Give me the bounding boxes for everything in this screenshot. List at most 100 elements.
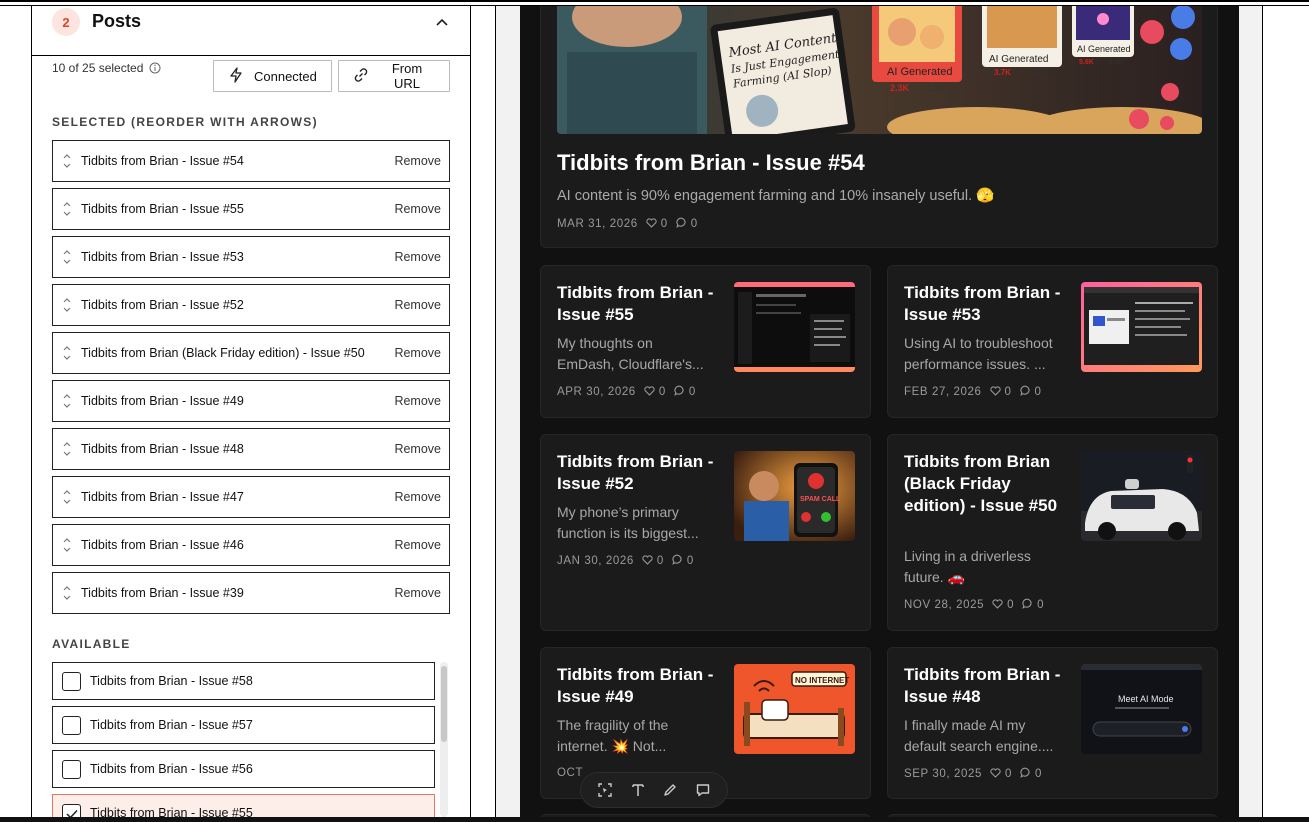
remove-button[interactable]: Remove: [394, 346, 441, 360]
link-icon: [353, 67, 369, 86]
available-item-checked[interactable]: Tidbits from Brian - Issue #55: [52, 794, 435, 817]
reorder-arrows-icon[interactable]: [62, 583, 72, 603]
available-item[interactable]: Tidbits from Brian - Issue #57: [52, 706, 435, 744]
card-title[interactable]: Tidbits from Brian - Issue #48: [904, 664, 1074, 708]
reorder-arrows-icon[interactable]: [62, 535, 72, 555]
comment-icon: [674, 385, 685, 399]
post-date: JAN 30, 2026: [557, 555, 634, 567]
comment-stat[interactable]: 0: [674, 385, 696, 399]
image-stat-1b: 1.1K: [927, 83, 946, 93]
comment-stat[interactable]: 0: [672, 554, 694, 568]
card-title[interactable]: Tidbits from Brian - Issue #49: [557, 664, 727, 708]
reorder-arrows-icon[interactable]: [62, 295, 72, 315]
remove-button[interactable]: Remove: [394, 490, 441, 504]
like-stat[interactable]: 0: [990, 767, 1012, 781]
image-stat-3b: 3.2K: [1109, 59, 1124, 66]
like-count: 0: [1004, 386, 1012, 398]
image-label-1: AI Generated: [887, 66, 952, 78]
connected-button[interactable]: Connected: [213, 60, 332, 92]
featured-post-card[interactable]: Most AI Content Is Just Engagement Farmi…: [540, 6, 1218, 248]
card-title[interactable]: Tidbits from Brian - Issue #52: [557, 451, 727, 495]
available-item[interactable]: Tidbits from Brian - Issue #58: [52, 662, 435, 700]
reorder-arrows-icon[interactable]: [62, 151, 72, 171]
post-card[interactable]: Tidbits from Brian - Issue #53 Using AI …: [887, 265, 1218, 418]
comment-stat[interactable]: 0: [676, 217, 698, 231]
card-title[interactable]: Tidbits from Brian (Black Friday edition…: [904, 451, 1074, 517]
like-stat[interactable]: 0: [989, 385, 1012, 399]
selected-item[interactable]: Tidbits from Brian - Issue #53 Remove: [52, 236, 450, 278]
comment-stat[interactable]: 0: [1020, 767, 1042, 781]
heart-icon: [644, 385, 655, 399]
comment-count: 0: [1037, 599, 1045, 611]
like-stat[interactable]: 0: [992, 598, 1014, 612]
chat-icon[interactable]: [694, 781, 712, 799]
selected-item[interactable]: Tidbits from Brian - Issue #52 Remove: [52, 284, 450, 326]
selected-item[interactable]: Tidbits from Brian - Issue #39 Remove: [52, 572, 450, 614]
reorder-arrows-icon[interactable]: [62, 439, 72, 459]
selected-item[interactable]: Tidbits from Brian - Issue #48 Remove: [52, 428, 450, 470]
card-title[interactable]: Tidbits from Brian - Issue #55: [557, 282, 727, 326]
selected-item[interactable]: Tidbits from Brian - Issue #54 Remove: [52, 140, 450, 182]
checkbox-icon[interactable]: [62, 672, 81, 691]
available-list: Tidbits from Brian - Issue #58 Tidbits f…: [52, 662, 436, 817]
card-meta: JAN 30, 2026 0 0: [557, 554, 694, 568]
remove-button[interactable]: Remove: [394, 298, 441, 312]
checkbox-icon[interactable]: [62, 716, 81, 735]
card-desc-line: future. 🚗: [904, 569, 966, 585]
selected-count: 10 of 25 selected: [52, 61, 161, 75]
post-card[interactable]: Tidbits from Brian - Issue #55 My though…: [540, 265, 871, 418]
selected-item-title: Tidbits from Brian - Issue #53: [81, 250, 244, 264]
checkbox-icon[interactable]: [62, 760, 81, 779]
scrollbar-thumb[interactable]: [441, 666, 447, 742]
remove-button[interactable]: Remove: [394, 586, 441, 600]
card-thumbnail: SPAM CALL: [734, 451, 855, 541]
heart-icon: [642, 554, 653, 568]
selected-item[interactable]: Tidbits from Brian - Issue #55 Remove: [52, 188, 450, 230]
reorder-arrows-icon[interactable]: [62, 487, 72, 507]
like-stat[interactable]: 0: [646, 217, 668, 231]
pen-icon[interactable]: [661, 781, 679, 799]
comment-stat[interactable]: 0: [1022, 598, 1044, 612]
info-icon[interactable]: [149, 62, 161, 74]
post-card[interactable]: Tidbits from Brian - Issue #52 SPAM CALL…: [540, 434, 871, 631]
panel-title: Posts: [92, 11, 142, 31]
selected-item[interactable]: Tidbits from Brian - Issue #47 Remove: [52, 476, 450, 518]
card-title[interactable]: Tidbits from Brian - Issue #53: [904, 282, 1074, 326]
like-stat[interactable]: 0: [642, 554, 664, 568]
remove-button[interactable]: Remove: [394, 202, 441, 216]
selected-list: Tidbits from Brian - Issue #54 Remove Ti…: [52, 140, 450, 620]
card-thumbnail: Meet AI Mode: [1081, 664, 1202, 754]
panel-header[interactable]: 2 Posts: [32, 6, 470, 56]
remove-button[interactable]: Remove: [394, 250, 441, 264]
card-description: My phone’s primary function is its bigge…: [557, 502, 725, 544]
selected-item[interactable]: Tidbits from Brian (Black Friday edition…: [52, 332, 450, 374]
remove-button[interactable]: Remove: [394, 538, 441, 552]
meet-ai-mode-text: Meet AI Mode: [1118, 694, 1174, 704]
scan-icon[interactable]: [596, 781, 614, 799]
from-url-button[interactable]: From URL: [338, 60, 450, 92]
selected-item[interactable]: Tidbits from Brian - Issue #49 Remove: [52, 380, 450, 422]
card-thumbnail: [734, 282, 855, 372]
text-icon[interactable]: [629, 781, 647, 799]
reorder-arrows-icon[interactable]: [62, 199, 72, 219]
comment-stat[interactable]: 0: [1019, 385, 1042, 399]
selected-item[interactable]: Tidbits from Brian - Issue #46 Remove: [52, 524, 450, 566]
selected-item-title: Tidbits from Brian - Issue #55: [81, 202, 244, 216]
spam-call-text: SPAM CALL: [800, 496, 841, 503]
post-card[interactable]: Tidbits from Brian - Issue #48 Meet AI M…: [887, 647, 1218, 799]
image-stat-1a: 2.3K: [890, 83, 910, 93]
post-card[interactable]: Tidbits from Brian (Black Friday edition…: [887, 434, 1218, 631]
remove-button[interactable]: Remove: [394, 154, 441, 168]
chevron-up-icon[interactable]: [432, 12, 452, 32]
remove-button[interactable]: Remove: [394, 394, 441, 408]
like-stat[interactable]: 0: [644, 385, 666, 399]
remove-button[interactable]: Remove: [394, 442, 441, 456]
checkbox-checked-icon[interactable]: [62, 804, 81, 817]
available-scrollbar[interactable]: [440, 662, 448, 817]
available-item[interactable]: Tidbits from Brian - Issue #56: [52, 750, 435, 788]
reorder-arrows-icon[interactable]: [62, 247, 72, 267]
featured-title[interactable]: Tidbits from Brian - Issue #54: [557, 150, 865, 176]
featured-image: Most AI Content Is Just Engagement Farmi…: [557, 6, 1202, 134]
reorder-arrows-icon[interactable]: [62, 343, 72, 363]
reorder-arrows-icon[interactable]: [62, 391, 72, 411]
